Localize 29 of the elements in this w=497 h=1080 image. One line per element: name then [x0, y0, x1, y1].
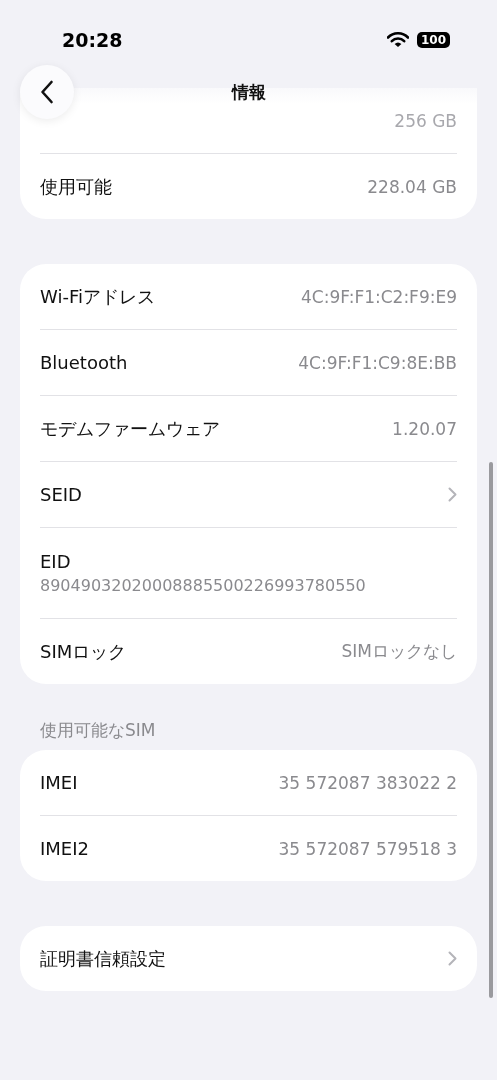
nav-title: 情報: [231, 80, 266, 104]
section-header: 使用可能なSIM: [39, 719, 157, 742]
back-chevron-icon: [40, 80, 54, 104]
row-value: 35 572087 383022 2: [278, 772, 457, 793]
row-label: モデムファームウェア: [40, 416, 220, 441]
row-label: Wi-Fiアドレス: [40, 284, 155, 309]
row-value: 4C:9F:F1:C9:8E:BB: [298, 352, 457, 373]
chevron-icon: [448, 487, 457, 502]
chevron-icon: [448, 951, 457, 966]
row-value: 256 GB: [394, 110, 457, 131]
link-row[interactable]: SEID: [20, 462, 477, 527]
wifi-icon: [386, 32, 409, 48]
row-label: Bluetooth: [40, 352, 128, 373]
battery-indicator: 100: [416, 32, 450, 48]
row-label: 証明書信頼設定: [40, 946, 166, 971]
row-label: EID: [40, 551, 71, 572]
status-time: 20:28: [62, 29, 123, 51]
row-value: 89049032020008885500226993780550: [40, 576, 366, 595]
row-value: 35 572087 579518 3: [278, 838, 457, 859]
row-label: IMEI2: [40, 838, 89, 859]
row-label: IMEI: [40, 772, 78, 793]
row-value: 228.04 GB: [367, 176, 457, 197]
row-value: SIMロックなし: [341, 640, 457, 663]
link-row[interactable]: 証明書信頼設定: [20, 926, 477, 991]
row-label: 使用可能: [40, 174, 112, 199]
row-label: SIMロック: [40, 639, 127, 664]
row-value: 4C:9F:F1:C2:F9:E9: [300, 286, 457, 307]
row-label: SEID: [40, 484, 82, 505]
row-value: 1.20.07: [392, 418, 457, 439]
